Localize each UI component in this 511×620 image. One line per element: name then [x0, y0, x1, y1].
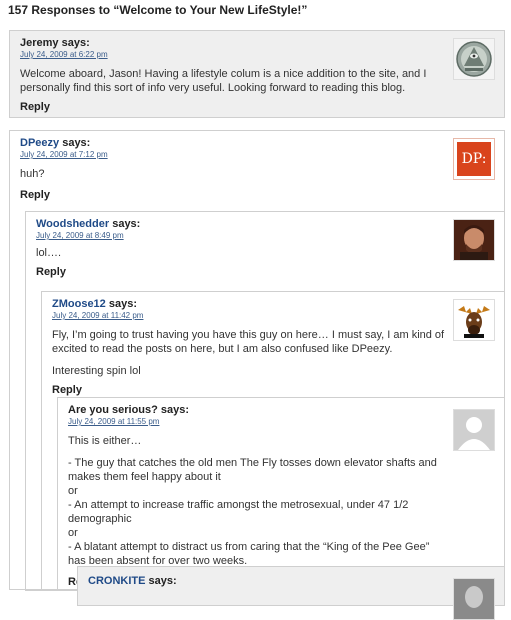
- reply-link[interactable]: Reply: [36, 266, 66, 278]
- comment-text: Interesting spin lol: [52, 365, 141, 377]
- comment-list: - The guy that catches the old men The F…: [68, 456, 443, 568]
- comment-cronkite: CRONKITE says:: [77, 566, 505, 620]
- comment-date-link[interactable]: July 24, 2009 at 6:22 pm: [20, 50, 440, 59]
- comment-are-you-serious: Are you serious? says: July 24, 2009 at …: [57, 397, 505, 591]
- dp-avatar-text: DP:: [457, 142, 491, 176]
- author-link[interactable]: Woodshedder: [36, 218, 109, 230]
- reply-link[interactable]: Reply: [52, 384, 82, 396]
- list-line: or: [68, 527, 78, 539]
- comment-author: Jeremy says:: [20, 37, 90, 49]
- man-portrait-avatar: [453, 219, 495, 261]
- list-line: or: [68, 485, 78, 497]
- comment-author: DPeezy says:: [20, 137, 91, 149]
- comment-text: huh?: [20, 168, 45, 180]
- moose-avatar: [453, 299, 495, 341]
- comment-text: This is either…: [68, 435, 142, 447]
- comment-author: Are you serious? says:: [68, 404, 190, 416]
- dp-avatar: DP:: [453, 138, 495, 180]
- comment-date-link[interactable]: July 24, 2009 at 8:49 pm: [36, 231, 436, 240]
- author-link[interactable]: DPeezy: [20, 137, 59, 149]
- default-person-avatar: [453, 409, 495, 451]
- comment-text: lol….: [36, 247, 62, 259]
- cronkite-avatar: [453, 578, 495, 620]
- page-title: 157 Responses to “Welcome to Your New Li…: [8, 3, 308, 17]
- eye-pyramid-avatar: [453, 38, 495, 80]
- reply-link[interactable]: Reply: [20, 189, 50, 201]
- comment-date-link[interactable]: July 24, 2009 at 11:55 pm: [68, 417, 463, 426]
- comment-date-link[interactable]: July 24, 2009 at 11:42 pm: [52, 311, 452, 320]
- comment-date-link[interactable]: July 24, 2009 at 7:12 pm: [20, 150, 440, 159]
- comment-author: CRONKITE says:: [88, 575, 177, 587]
- comment-author: ZMoose12 says:: [52, 298, 137, 310]
- author-link[interactable]: ZMoose12: [52, 298, 106, 310]
- comment-author: Woodshedder says:: [36, 218, 141, 230]
- list-line: - The guy that catches the old men The F…: [68, 457, 437, 483]
- author-link[interactable]: CRONKITE: [88, 575, 145, 587]
- reply-link[interactable]: Reply: [20, 101, 50, 113]
- comment-text: Welcome aboard, Jason! Having a lifestyl…: [20, 68, 427, 94]
- list-line: - A blatant attempt to distract us from …: [68, 541, 430, 567]
- comment-text: Fly, I’m going to trust having you have …: [52, 329, 445, 355]
- comment-jeremy: Jeremy says: July 24, 2009 at 6:22 pm We…: [9, 30, 505, 118]
- list-line: - An attempt to increase traffic amongst…: [68, 499, 409, 525]
